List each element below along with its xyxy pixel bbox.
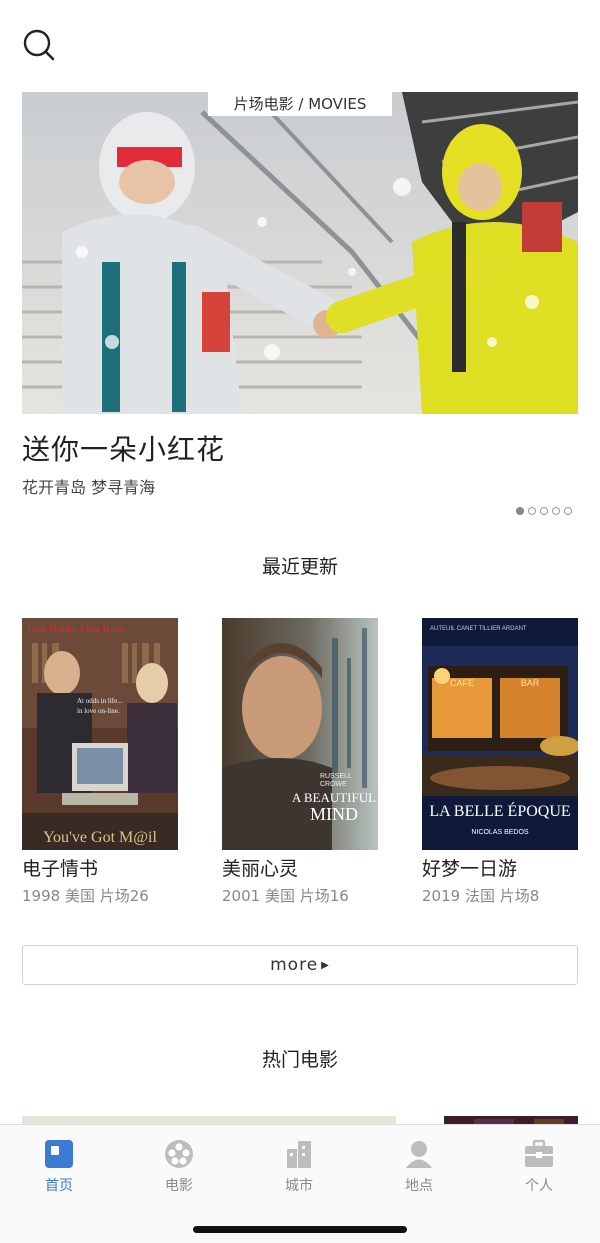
hero-banner-image[interactable]: 片场电影 / MOVIES: [22, 92, 578, 414]
svg-text:CROWE: CROWE: [320, 781, 347, 788]
movie-poster[interactable]: RUSSELL CROWE A BEAUTIFUL MIND: [222, 618, 378, 850]
movie-poster[interactable]: Tom Hanks Meg Ryan At odds in life... in…: [22, 618, 178, 850]
movie-meta: 2019 法国 片场8: [422, 887, 540, 905]
tab-label: 城市: [285, 1178, 313, 1194]
more-button[interactable]: more ▶: [22, 945, 578, 985]
svg-text:At odds in life...: At odds in life...: [77, 697, 123, 705]
carousel-dot[interactable]: [564, 507, 572, 515]
tab-label: 个人: [525, 1178, 553, 1194]
location-person-icon: [406, 1141, 432, 1168]
poster-title-text: You've Got M@il: [43, 829, 157, 846]
svg-text:in love on-line.: in love on-line.: [77, 707, 120, 715]
recent-section-title: 最近更新: [261, 556, 338, 578]
more-button-label: more: [270, 955, 319, 975]
tab-label: 地点: [405, 1178, 433, 1194]
svg-text:CAFE: CAFE: [450, 678, 474, 688]
tab-movies[interactable]: 电影: [139, 1139, 219, 1195]
banner-title[interactable]: 送你一朵小红花: [22, 428, 225, 468]
movie-meta: 2001 美国 片场16: [222, 887, 349, 905]
hot-section-title: 热门电影: [261, 1049, 338, 1071]
play-arrow-icon: ▶: [321, 959, 330, 971]
movie-title[interactable]: 电子情书: [22, 854, 98, 881]
movie-meta: 1998 美国 片场26: [22, 887, 149, 905]
carousel-pagination[interactable]: [516, 507, 572, 515]
movie-title[interactable]: 美丽心灵: [222, 854, 298, 881]
poster-cast-text: AUTEUIL CANET TILLIER ARDANT: [430, 626, 527, 632]
banner-subtitle: 花开青岛 梦寻青海: [22, 478, 156, 497]
tab-profile[interactable]: 个人: [499, 1139, 579, 1195]
svg-text:RUSSELL: RUSSELL: [320, 773, 352, 780]
tab-city[interactable]: 城市: [259, 1139, 339, 1195]
city-icon: [287, 1141, 311, 1168]
carousel-dot[interactable]: [540, 507, 548, 515]
film-reel-icon: [165, 1140, 193, 1168]
svg-text:MIND: MIND: [310, 804, 358, 824]
briefcase-icon: [525, 1139, 553, 1167]
tab-label: 首页: [45, 1178, 73, 1194]
tab-label: 电影: [165, 1178, 193, 1194]
svg-text:LA BELLE ÉPOQUE: LA BELLE ÉPOQUE: [429, 801, 570, 820]
carousel-dot[interactable]: [552, 507, 560, 515]
svg-text:A BEAUTIFUL: A BEAUTIFUL: [292, 790, 376, 805]
banner-category-tag: 片场电影 / MOVIES: [208, 92, 392, 116]
movie-poster[interactable]: CAFE BAR AUTEUIL CANET TILLIER ARDANT LA…: [422, 618, 578, 850]
movie-title[interactable]: 好梦一日游: [422, 854, 517, 881]
home-indicator[interactable]: [193, 1226, 407, 1233]
search-icon[interactable]: [22, 28, 56, 62]
poster-top-text: Tom Hanks Meg Ryan: [26, 623, 126, 635]
carousel-dot[interactable]: [516, 507, 524, 515]
tab-places[interactable]: 地点: [379, 1139, 459, 1195]
carousel-dot[interactable]: [528, 507, 536, 515]
svg-text:NICOLAS BEDOS: NICOLAS BEDOS: [471, 829, 529, 836]
home-icon: [45, 1140, 73, 1168]
tab-home[interactable]: 首页: [19, 1139, 99, 1195]
svg-text:BAR: BAR: [521, 678, 540, 688]
